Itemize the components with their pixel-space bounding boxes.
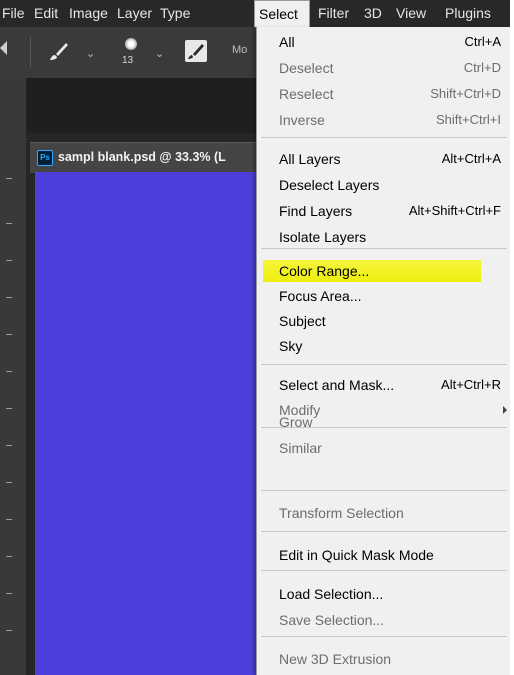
menu-item-subject[interactable]: Subject [279, 310, 501, 332]
brush-tip-icon[interactable] [125, 38, 137, 50]
brush-size: 13 [122, 55, 134, 66]
separator [30, 37, 31, 67]
chevron-down-icon[interactable]: ⌄ [155, 47, 164, 60]
tool-tick[interactable] [6, 297, 12, 298]
menu-item-find-layers[interactable]: Find Layers Alt+Shift+Ctrl+F [279, 200, 501, 222]
menu-select[interactable]: Select [254, 0, 310, 27]
menu-item-label: New 3D Extrusion [279, 651, 392, 667]
tool-tick[interactable] [6, 371, 12, 372]
menu-divider [261, 636, 507, 637]
menu-item-label: Isolate Layers [279, 229, 367, 245]
menu-item-select-and-mask[interactable]: Select and Mask... Alt+Ctrl+R [279, 374, 501, 396]
menu-item-color-range[interactable]: Color Range... [263, 260, 481, 282]
menu-item-shortcut: Alt+Shift+Ctrl+F [408, 203, 501, 218]
menu-type[interactable]: Type [160, 0, 190, 27]
menu-layer[interactable]: Layer [117, 0, 152, 27]
tool-tick[interactable] [6, 556, 12, 557]
tool-tick[interactable] [6, 482, 12, 483]
menu-item-grow[interactable]: Grow [279, 411, 501, 433]
menu-item-label: Load Selection... [279, 586, 384, 602]
menu-item-label: Focus Area... [279, 288, 362, 304]
menu-divider [261, 570, 507, 571]
menu-edit[interactable]: Edit [34, 0, 58, 27]
menu-item-shortcut: Alt+Ctrl+R [441, 377, 501, 392]
menu-item-save-selection[interactable]: Save Selection... [279, 609, 501, 631]
chevron-down-icon[interactable]: ⌄ [86, 47, 95, 60]
menu-image[interactable]: Image [69, 0, 108, 27]
menu-filter[interactable]: Filter [318, 0, 349, 27]
menu-item-shortcut: Ctrl+A [464, 34, 501, 49]
menu-item-label: Deselect [279, 60, 334, 76]
menu-item-label: Color Range... [279, 263, 370, 279]
menu-item-label: Transform Selection [279, 505, 404, 521]
document-title: sampl blank.psd @ 33.3% (L [58, 150, 226, 164]
tool-tick[interactable] [6, 223, 12, 224]
tool-tick[interactable] [6, 260, 12, 261]
menu-view[interactable]: View [396, 0, 426, 27]
menu-item-label: Save Selection... [279, 612, 385, 628]
menu-item-focus-area[interactable]: Focus Area... [279, 285, 501, 307]
menu-item-label: Sky [279, 338, 303, 354]
tool-tick[interactable] [6, 178, 12, 179]
submenu-arrow-icon [503, 406, 507, 414]
menu-divider [261, 490, 507, 491]
menu-item-load-selection[interactable]: Load Selection... [279, 583, 501, 605]
menu-item-edit-in-quick-mask-mode[interactable]: Edit in Quick Mask Mode [279, 544, 501, 566]
menu-item-label: Similar [279, 440, 322, 456]
menu-item-shortcut: Alt+Ctrl+A [441, 151, 501, 166]
menu-divider [261, 364, 507, 365]
menu-item-deselect-layers[interactable]: Deselect Layers [279, 174, 501, 196]
menu-divider [261, 427, 507, 428]
tool-tick[interactable] [6, 445, 12, 446]
select-menu-dropdown: All Ctrl+A Deselect Ctrl+D Reselect Shift+Ctr… [256, 27, 510, 675]
canvas[interactable] [35, 172, 265, 675]
menu-item-inverse[interactable]: Inverse Shift+Ctrl+I [279, 109, 501, 131]
menu-item-similar[interactable]: Similar [279, 437, 501, 459]
menu-divider [261, 248, 507, 249]
tool-tick[interactable] [6, 334, 12, 335]
menu-file[interactable]: File [2, 0, 25, 27]
menu-item-label: Inverse [279, 112, 325, 128]
menu-item-label: Subject [279, 313, 326, 329]
menu-item-shortcut: Shift+Ctrl+I [435, 112, 501, 127]
menu-item-label: Reselect [279, 86, 334, 102]
menu-bar: File Edit Image Layer Type Select Filter… [0, 0, 510, 27]
menu-item-label: All [279, 34, 295, 50]
photoshop-window: File Edit Image Layer Type Select Filter… [0, 0, 510, 675]
brush-icon[interactable] [48, 40, 70, 62]
menu-item-sky[interactable]: Sky [279, 335, 501, 357]
toolbar-panel [0, 78, 26, 675]
menu-item-label: Edit in Quick Mask Mode [279, 547, 434, 563]
menu-item-transform-selection[interactable]: Transform Selection [279, 502, 501, 524]
menu-item-all-layers[interactable]: All Layers Alt+Ctrl+A [279, 148, 501, 170]
menu-item-new-3d-extrusion[interactable]: New 3D Extrusion [279, 648, 501, 670]
tool-tick[interactable] [6, 519, 12, 520]
menu-item-isolate-layers[interactable]: Isolate Layers [279, 226, 501, 248]
menu-item-deselect[interactable]: Deselect Ctrl+D [279, 57, 501, 79]
tool-preset-arrow-icon[interactable] [0, 41, 7, 55]
menu-divider [261, 137, 507, 138]
menu-item-reselect[interactable]: Reselect Shift+Ctrl+D [279, 83, 501, 105]
document-tab[interactable]: Ps sampl blank.psd @ 33.3% (L [30, 142, 270, 173]
menu-item-label: Deselect Layers [279, 177, 380, 193]
mode-label: Mo [232, 44, 248, 56]
menu-item-label: Find Layers [279, 203, 353, 219]
menu-divider [261, 531, 507, 532]
menu-plugins[interactable]: Plugins [445, 0, 491, 27]
menu-item-label: All Layers [279, 151, 341, 167]
tool-tick[interactable] [6, 630, 12, 631]
brush-settings-icon[interactable] [185, 40, 207, 62]
tool-tick[interactable] [6, 408, 12, 409]
menu-item-all[interactable]: All Ctrl+A [279, 31, 501, 53]
menu-item-shortcut: Shift+Ctrl+D [430, 86, 501, 101]
menu-item-label: Select and Mask... [279, 377, 395, 393]
menu-3d[interactable]: 3D [364, 0, 382, 27]
photoshop-file-icon: Ps [37, 150, 53, 166]
tool-tick[interactable] [6, 593, 12, 594]
menu-item-shortcut: Ctrl+D [463, 60, 501, 75]
